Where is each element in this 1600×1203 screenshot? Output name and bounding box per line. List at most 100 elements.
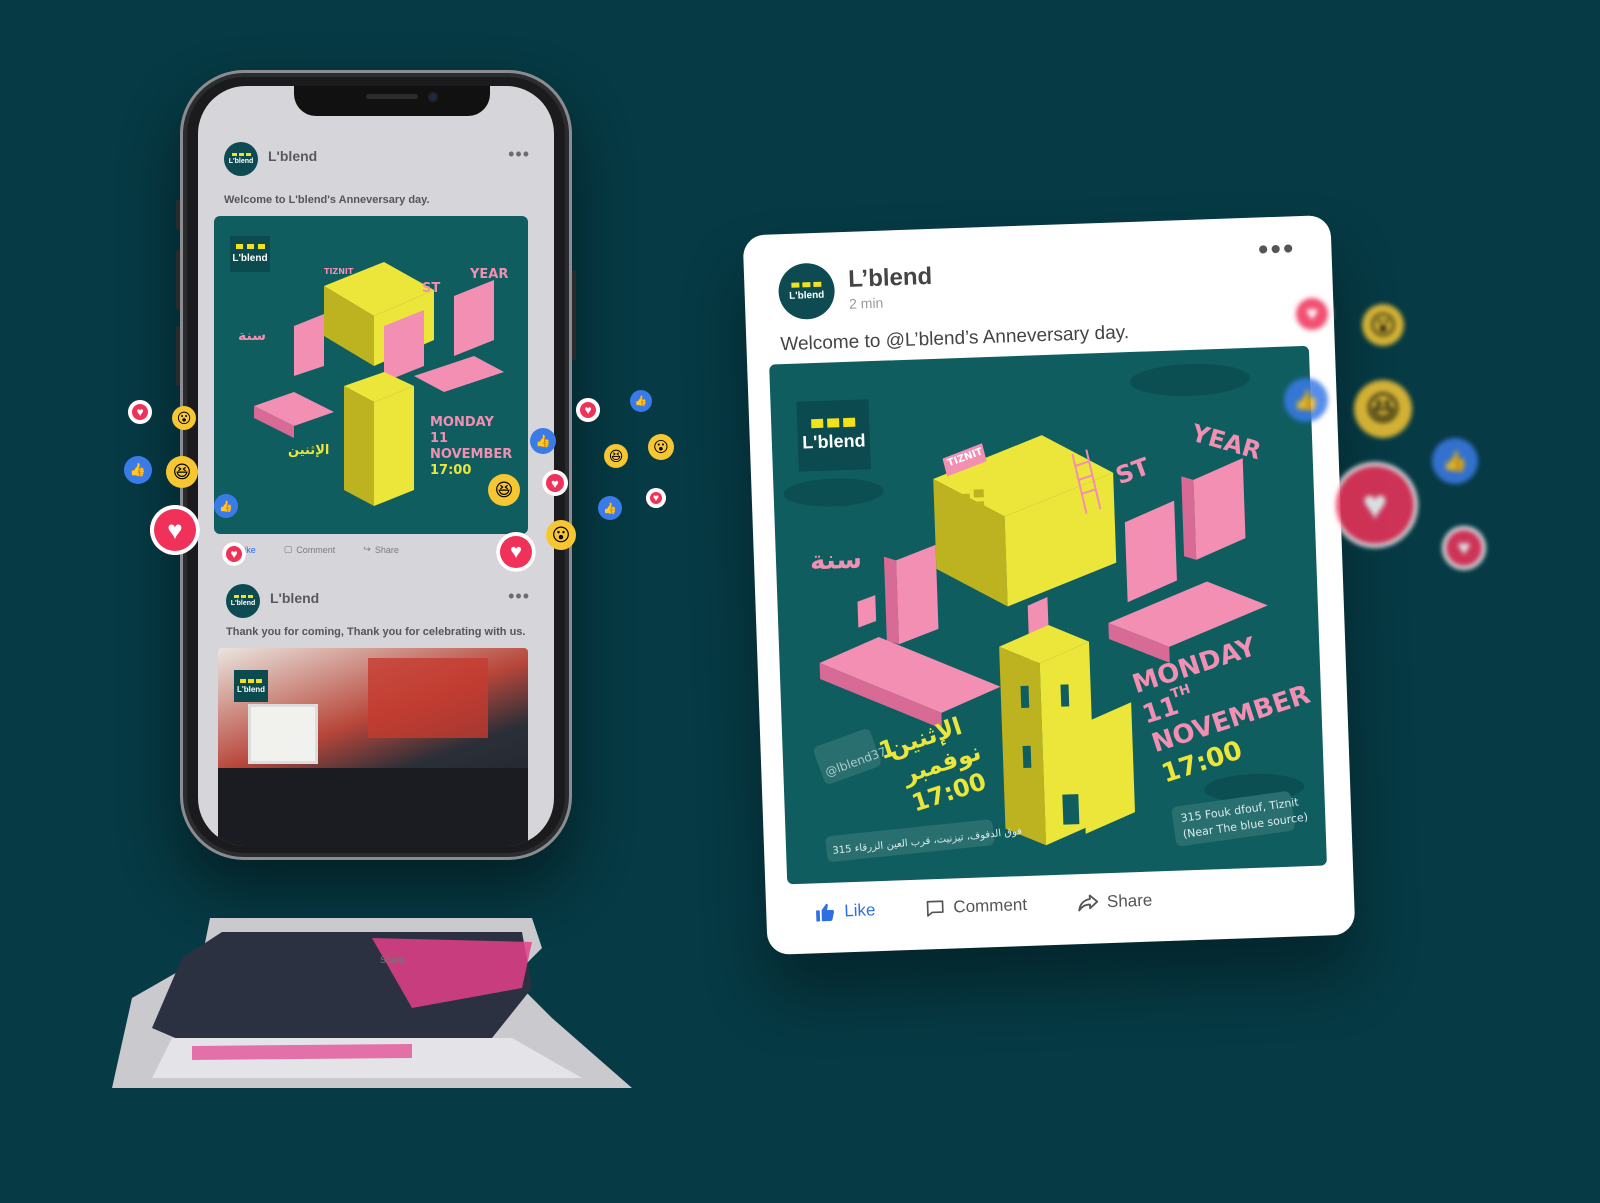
like-reaction-icon — [630, 390, 652, 412]
poster-artwork: TIZNIT ST YEAR سنة MONDAY 11 NOVEMBER 17… — [238, 262, 512, 506]
svg-text:YEAR: YEAR — [469, 267, 508, 282]
svg-text:ST: ST — [422, 281, 440, 296]
mockup-stage: L'blend L'blend ••• Welcome to L'blend's… — [0, 0, 1600, 1203]
page-name[interactable]: L'blend — [270, 590, 319, 606]
front-camera — [428, 92, 438, 102]
avatar-brand: L'blend — [788, 289, 825, 302]
photo-logo: L'blend — [234, 670, 268, 702]
heart-reaction-icon — [222, 542, 246, 566]
like-reaction-icon — [1432, 438, 1478, 484]
page-name[interactable]: L’blend — [848, 263, 933, 294]
post-time — [268, 164, 317, 170]
avatar[interactable]: L'blend — [777, 262, 836, 321]
avatar-brand: L'blend — [228, 158, 254, 165]
comment-button[interactable]: Comment — [925, 895, 1027, 919]
comment-icon: ▢ — [283, 544, 293, 554]
audience — [218, 768, 528, 846]
share-icon — [1078, 894, 1099, 912]
paper-scroll — [112, 918, 632, 1088]
post-caption: Welcome to L'blend's Anneversary day. — [224, 194, 430, 206]
post-header: L'blend L'blend — [226, 584, 319, 618]
like-button[interactable]: Like — [814, 899, 876, 923]
heart-reaction-icon — [128, 400, 152, 424]
post-image[interactable]: L'blend TIZNIT ST YEAR سنة MONDAY 11 NOV… — [214, 216, 528, 534]
haha-reaction-icon: 😆 — [1354, 380, 1412, 438]
event-photo[interactable]: L'blend — [218, 648, 528, 846]
logo-dots — [233, 595, 253, 598]
haha-reaction-icon: 😆 — [604, 444, 628, 468]
avatar[interactable]: L'blend — [224, 142, 258, 176]
phone-post-1: L'blend L'blend ••• Welcome to L'blend's… — [198, 142, 554, 582]
post-caption: Welcome to @L’blend’s Anneversary day. — [780, 322, 1130, 356]
like-reaction-icon — [124, 456, 152, 484]
like-icon — [816, 903, 834, 922]
haha-reaction-icon: 😆 — [166, 456, 198, 488]
speaker-grille — [366, 94, 418, 99]
window — [248, 704, 318, 764]
more-options-icon[interactable]: ••• — [1257, 232, 1296, 267]
avatar-brand: L'blend — [230, 600, 256, 607]
scroll-share-label: Share — [380, 955, 405, 965]
phone-mockup: L'blend L'blend ••• Welcome to L'blend's… — [176, 70, 576, 860]
svg-text:الإثنين: الإثنين — [288, 443, 329, 458]
svg-text:MONDAY: MONDAY — [430, 415, 494, 430]
post-header: L'blend L'blend — [224, 142, 317, 176]
post-caption: Thank you for coming, Thank you for cele… — [226, 626, 526, 638]
comment-label: Comment — [296, 544, 336, 555]
post-time — [270, 606, 319, 612]
like-reaction-icon — [1284, 378, 1328, 422]
share-label: Share — [1106, 890, 1153, 912]
like-reaction-icon — [530, 428, 556, 454]
avatar[interactable]: L'blend — [226, 584, 260, 618]
page-name[interactable]: L'blend — [268, 148, 317, 164]
phone-notch — [294, 86, 490, 116]
heart-reaction-icon — [542, 470, 568, 496]
like-reaction-icon — [214, 494, 238, 518]
wall-mural — [368, 658, 488, 738]
wow-reaction-icon: 😮 — [172, 406, 196, 430]
post-image[interactable]: L'blend TIZNIT ST YEAR سنة MONDAY 11 TH … — [769, 345, 1327, 885]
comment-button[interactable]: ▢ Comment — [284, 544, 336, 555]
poster-artwork: TIZNIT ST YEAR سنة MONDAY 11 TH NOVEMBER… — [783, 363, 1314, 862]
share-button[interactable]: Share — [1077, 890, 1153, 915]
svg-text:11: 11 — [430, 431, 448, 446]
poster-year: YEAR — [1187, 419, 1264, 466]
comment-icon — [926, 900, 944, 917]
phone-screen: L'blend L'blend ••• Welcome to L'blend's… — [198, 86, 554, 846]
heart-reaction-icon — [1442, 526, 1486, 570]
post-time[interactable]: 2 min — [849, 295, 884, 312]
like-label: Like — [843, 900, 876, 921]
more-options-icon[interactable]: ••• — [508, 144, 530, 165]
phone-power-button — [572, 270, 576, 360]
heart-reaction-icon — [576, 398, 600, 422]
phone-volume-up — [176, 250, 180, 310]
more-options-icon[interactable]: ••• — [508, 586, 530, 607]
phone-mute-switch — [176, 200, 180, 230]
heart-reaction-icon — [150, 505, 200, 555]
svg-text:سنة: سنة — [238, 328, 266, 344]
heart-reaction-icon — [496, 532, 536, 572]
poster-arabic-year: سنة — [810, 545, 863, 577]
svg-text:17:00: 17:00 — [430, 463, 471, 478]
heart-reaction-icon — [1332, 462, 1418, 548]
logo-dots — [231, 153, 251, 156]
heart-reaction-icon — [1292, 294, 1332, 334]
haha-reaction-icon: 😆 — [488, 474, 520, 506]
share-label: Share — [374, 544, 399, 555]
comment-label: Comment — [953, 894, 1028, 917]
facebook-post-card: L'blend L’blend 2 min ••• Welcome to @L’… — [742, 214, 1356, 956]
svg-text:NOVEMBER: NOVEMBER — [430, 447, 512, 462]
heart-reaction-icon — [646, 488, 666, 508]
photo-logo-text: L'blend — [236, 684, 266, 694]
share-button[interactable]: ↪ Share — [363, 544, 399, 555]
svg-text:TIZNIT: TIZNIT — [324, 267, 354, 276]
logo-dots — [791, 281, 822, 288]
phone-post-2: L'blend L'blend ••• Thank you for coming… — [198, 584, 554, 846]
wow-reaction-icon: 😮 — [546, 520, 576, 550]
like-reaction-icon — [598, 496, 622, 520]
wow-reaction-icon: 😮 — [648, 434, 674, 460]
post-actions: 👍Like ▢Comment ↪Share — [224, 544, 399, 555]
poster-st: ST — [1112, 452, 1154, 490]
share-icon: ↪ — [363, 544, 371, 554]
post-actions: Like Comment Share — [814, 890, 1153, 924]
